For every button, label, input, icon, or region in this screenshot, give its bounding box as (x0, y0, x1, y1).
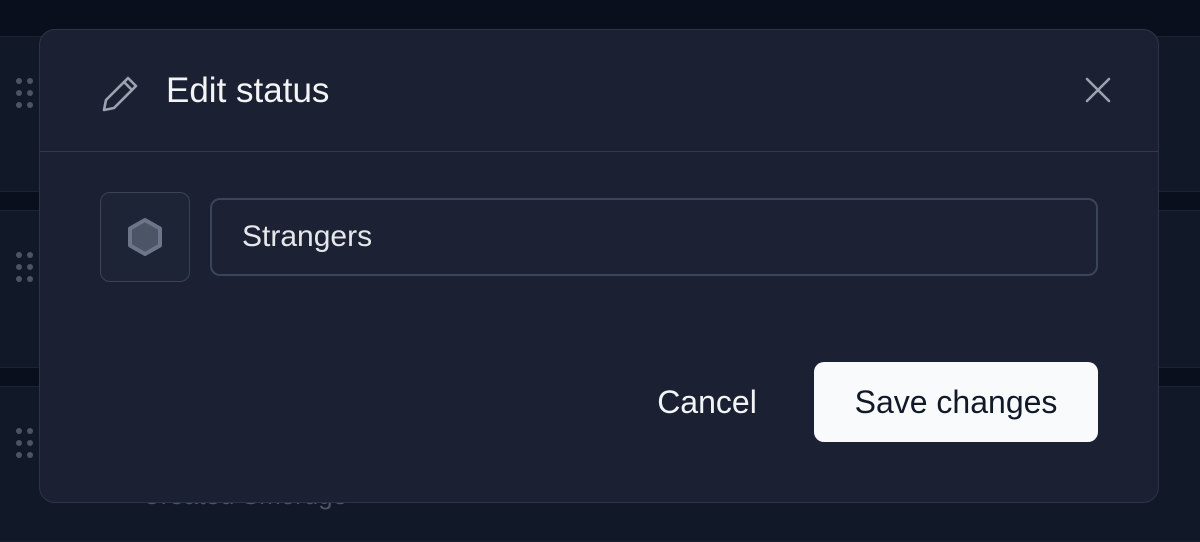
pencil-icon (102, 76, 138, 112)
drag-handle-icon[interactable] (16, 252, 34, 282)
status-icon-picker-button[interactable] (100, 192, 190, 282)
drag-handle-icon[interactable] (16, 428, 34, 458)
drag-handle-icon[interactable] (16, 78, 34, 108)
dialog-title: Edit status (166, 71, 330, 110)
save-changes-button[interactable]: Save changes (814, 362, 1098, 442)
close-button[interactable] (1080, 72, 1116, 108)
cancel-button[interactable]: Cancel (632, 362, 782, 442)
close-icon (1085, 77, 1111, 103)
hexagon-icon (128, 218, 162, 256)
dialog-header: Edit status (40, 30, 1158, 152)
status-name-input[interactable] (210, 198, 1098, 276)
edit-status-dialog: Edit status Cancel Save changes (39, 29, 1159, 503)
